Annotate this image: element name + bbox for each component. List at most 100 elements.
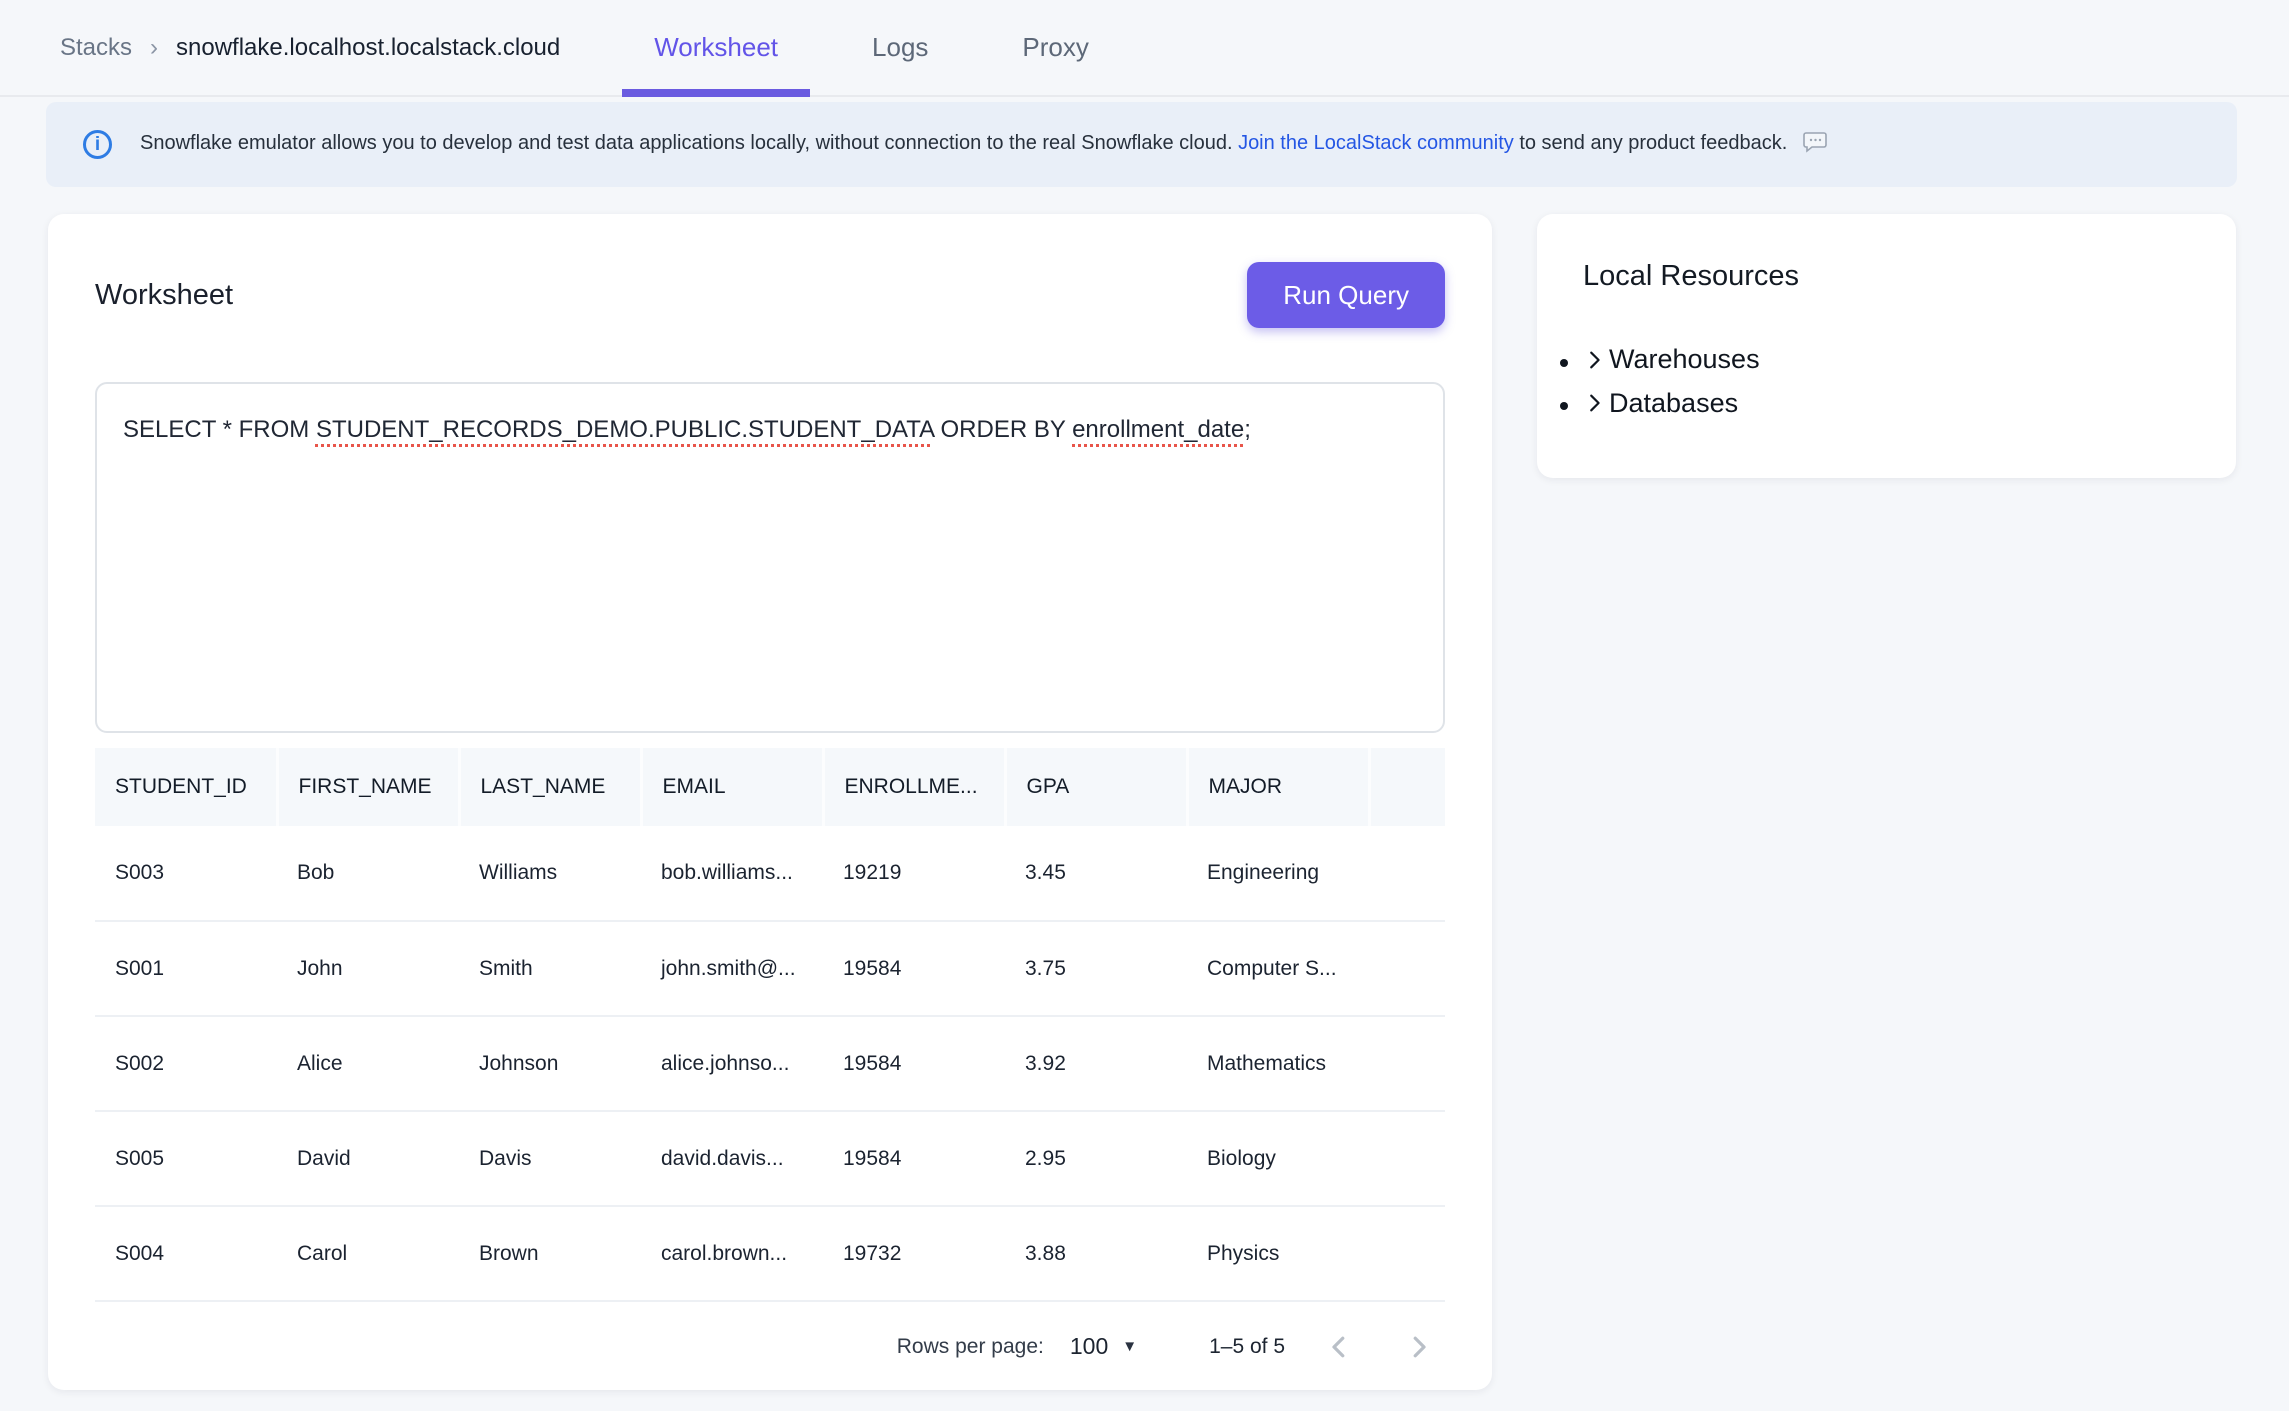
major-cell: Physics	[1187, 1206, 1369, 1301]
tab-worksheet-label: Worksheet	[654, 32, 778, 63]
worksheet-title: Worksheet	[95, 279, 233, 312]
chevron-left-icon	[1324, 1332, 1354, 1362]
first-name-cell: John	[277, 921, 459, 1016]
filler-cell	[1369, 826, 1445, 921]
first-name-cell: David	[277, 1111, 459, 1206]
email-cell: alice.johnso...	[641, 1016, 823, 1111]
email-cell: bob.williams...	[641, 826, 823, 921]
resources-list: Warehouses Databases	[1561, 343, 2190, 422]
caret-down-icon: ▼	[1122, 1338, 1137, 1355]
run-query-button[interactable]: Run Query	[1247, 262, 1445, 328]
enrollment-date-cell: 19732	[823, 1206, 1005, 1301]
enrollment-date-cell: 19219	[823, 826, 1005, 921]
sql-editor[interactable]: SELECT * FROM STUDENT_RECORDS_DEMO.PUBLI…	[95, 382, 1445, 733]
major-cell: Biology	[1187, 1111, 1369, 1206]
enrollment-date-cell: 19584	[823, 1016, 1005, 1111]
sql-text: SELECT * FROM STUDENT_RECORDS_DEMO.PUBLI…	[123, 416, 1251, 443]
pagination-bar: Rows per page: 100 ▼ 1–5 of 5	[95, 1302, 1445, 1391]
table-row: S004 Carol Brown carol.brown... 19732 3.…	[95, 1206, 1445, 1301]
tab-bar: Worksheet Logs Proxy	[622, 0, 1151, 95]
banner-text: Snowflake emulator allows you to develop…	[140, 131, 1827, 159]
tab-logs-label: Logs	[872, 32, 928, 63]
rows-per-page-value: 100	[1070, 1333, 1108, 1360]
resource-item-label: Databases	[1609, 387, 1738, 420]
local-resources-card: Local Resources Warehouses Databases	[1537, 214, 2236, 478]
tab-proxy-label: Proxy	[1022, 32, 1088, 63]
student-id-cell: S002	[95, 1016, 277, 1111]
last-name-cell: Brown	[459, 1206, 641, 1301]
info-banner: i Snowflake emulator allows you to devel…	[46, 102, 2237, 187]
tab-logs[interactable]: Logs	[840, 0, 960, 95]
gpa-cell: 3.75	[1005, 921, 1187, 1016]
gpa-cell: 3.92	[1005, 1016, 1187, 1111]
last-name-cell: Johnson	[459, 1016, 641, 1111]
worksheet-header: Worksheet Run Query	[95, 262, 1445, 328]
table-row: S003 Bob Williams bob.williams... 19219 …	[95, 826, 1445, 921]
page-range: 1–5 of 5	[1209, 1335, 1285, 1359]
speech-bubble-icon	[1803, 131, 1827, 159]
column-header-major: MAJOR	[1187, 748, 1369, 826]
last-name-cell: Davis	[459, 1111, 641, 1206]
main-content: Worksheet Run Query SELECT * FROM STUDEN…	[0, 187, 2289, 1390]
gpa-cell: 3.45	[1005, 826, 1187, 921]
resource-item-databases[interactable]: Databases	[1583, 387, 2190, 423]
student-id-cell: S004	[95, 1206, 277, 1301]
enrollment-date-cell: 19584	[823, 921, 1005, 1016]
column-header-first-name: FIRST_NAME	[277, 748, 459, 826]
sql-table-identifier: STUDENT_RECORDS_DEMO.PUBLIC.STUDENT_DATA	[316, 416, 934, 443]
tab-proxy[interactable]: Proxy	[990, 0, 1120, 95]
table-row: S002 Alice Johnson alice.johnso... 19584…	[95, 1016, 1445, 1111]
previous-page-button[interactable]	[1313, 1321, 1365, 1373]
banner-message: Snowflake emulator allows you to develop…	[140, 132, 1233, 154]
results-table-header: STUDENT_ID FIRST_NAME LAST_NAME EMAIL EN…	[95, 748, 1445, 826]
chevron-right-icon	[1583, 392, 1605, 414]
column-header-enrollment-date: ENROLLME...	[823, 748, 1005, 826]
results-table: STUDENT_ID FIRST_NAME LAST_NAME EMAIL EN…	[95, 748, 1445, 1302]
rows-per-page-select[interactable]: 100 ▼	[1070, 1333, 1137, 1360]
first-name-cell: Carol	[277, 1206, 459, 1301]
sql-order-column: enrollment_date	[1072, 416, 1244, 443]
banner-message-end: to send any product feedback.	[1519, 132, 1787, 154]
filler-cell	[1369, 921, 1445, 1016]
chevron-right-icon	[1583, 349, 1605, 371]
first-name-cell: Bob	[277, 826, 459, 921]
breadcrumb: Stacks › snowflake.localhost.localstack.…	[60, 34, 560, 62]
resource-item-warehouses[interactable]: Warehouses	[1583, 343, 2190, 379]
chevron-right-icon	[1404, 1332, 1434, 1362]
resource-item-label: Warehouses	[1609, 343, 1760, 376]
community-link[interactable]: Join the LocalStack community	[1238, 132, 1514, 154]
filler-cell	[1369, 1016, 1445, 1111]
email-cell: david.davis...	[641, 1111, 823, 1206]
info-icon: i	[83, 130, 112, 159]
breadcrumb-separator: ›	[150, 34, 158, 62]
worksheet-card: Worksheet Run Query SELECT * FROM STUDEN…	[48, 214, 1492, 1390]
column-header-last-name: LAST_NAME	[459, 748, 641, 826]
email-cell: carol.brown...	[641, 1206, 823, 1301]
filler-cell	[1369, 1206, 1445, 1301]
table-row: S005 David Davis david.davis... 19584 2.…	[95, 1111, 1445, 1206]
first-name-cell: Alice	[277, 1016, 459, 1111]
active-tab-indicator	[622, 89, 810, 97]
major-cell: Computer S...	[1187, 921, 1369, 1016]
student-id-cell: S001	[95, 921, 277, 1016]
last-name-cell: Smith	[459, 921, 641, 1016]
enrollment-date-cell: 19584	[823, 1111, 1005, 1206]
next-page-button[interactable]	[1393, 1321, 1445, 1373]
results-table-body: S003 Bob Williams bob.williams... 19219 …	[95, 826, 1445, 1301]
student-id-cell: S005	[95, 1111, 277, 1206]
last-name-cell: Williams	[459, 826, 641, 921]
breadcrumb-stacks-link[interactable]: Stacks	[60, 34, 132, 62]
gpa-cell: 3.88	[1005, 1206, 1187, 1301]
student-id-cell: S003	[95, 826, 277, 921]
top-navigation-bar: Stacks › snowflake.localhost.localstack.…	[0, 0, 2289, 97]
column-header-email: EMAIL	[641, 748, 823, 826]
column-header-gpa: GPA	[1005, 748, 1187, 826]
rows-per-page-label: Rows per page:	[897, 1335, 1044, 1359]
column-header-student-id: STUDENT_ID	[95, 748, 277, 826]
major-cell: Mathematics	[1187, 1016, 1369, 1111]
gpa-cell: 2.95	[1005, 1111, 1187, 1206]
email-cell: john.smith@...	[641, 921, 823, 1016]
breadcrumb-current-stack: snowflake.localhost.localstack.cloud	[176, 34, 560, 62]
filler-cell	[1369, 1111, 1445, 1206]
tab-worksheet[interactable]: Worksheet	[622, 0, 810, 95]
